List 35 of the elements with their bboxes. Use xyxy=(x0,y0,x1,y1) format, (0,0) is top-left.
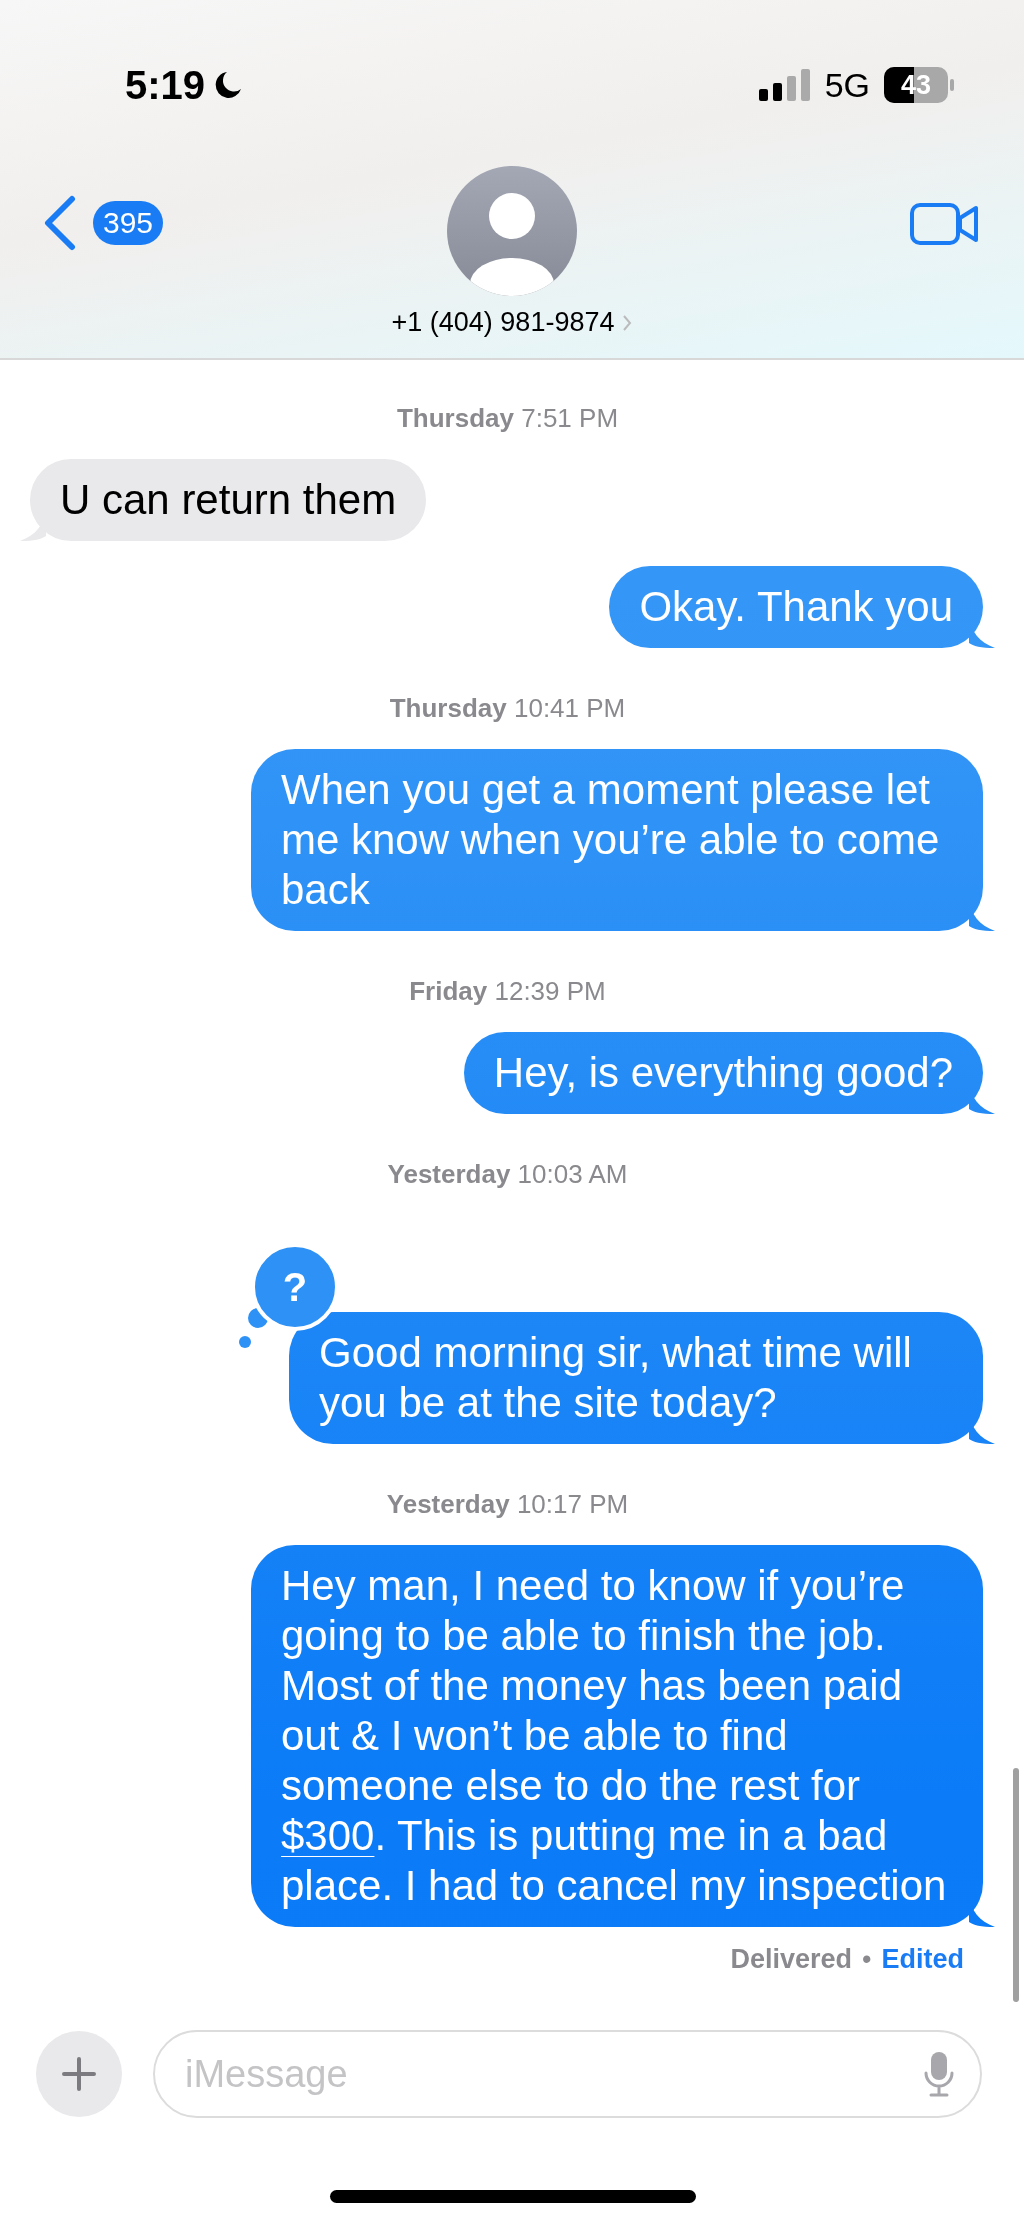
unread-count-badge[interactable]: 395 xyxy=(93,201,164,245)
timestamp: Friday 12:39 PM xyxy=(409,975,606,1007)
edited-link[interactable]: Edited xyxy=(881,1943,964,1975)
message-bubble[interactable]: Okay. Thank you xyxy=(609,566,983,648)
timestamp: Yesterday 10:03 AM xyxy=(387,1158,628,1190)
plus-icon xyxy=(61,2056,97,2092)
timestamp: Yesterday 10:17 PM xyxy=(386,1488,629,1520)
contact-name[interactable]: +1 (404) 981-9874 xyxy=(391,307,615,338)
network-label: 5G xyxy=(824,65,870,105)
message-text: When you get a moment please let me know when you’re able to come back xyxy=(281,765,941,915)
scroll-bar[interactable] xyxy=(1013,1768,1019,2002)
separator-dot: • xyxy=(862,1943,872,1975)
message-bubble[interactable]: When you get a moment please let me know when you’re able to come back xyxy=(251,749,983,931)
back-icon[interactable] xyxy=(42,195,76,251)
message-bubble[interactable]: U can return them xyxy=(30,459,427,541)
message-text: Hey, is everything good? xyxy=(493,1048,953,1098)
message-input-field[interactable]: iMessage xyxy=(153,2030,982,2118)
message-text: Good morning sir, what time will you be at the site today? xyxy=(319,1328,913,1428)
amount-link[interactable]: $300 xyxy=(281,1812,375,1859)
message-text: Hey man, I need to know if you’re going to be able to finish the job. Most of the money has been paid out & I won’t be able to find someone else to do the rest for $300. This is putting me in a bad place. I had to cancel my inspection xyxy=(281,1561,948,1911)
timestamp: Thursday 7:51 PM xyxy=(396,402,619,434)
message-bubble[interactable]: Hey, is everything good? xyxy=(463,1032,983,1114)
avatar-icon[interactable] xyxy=(447,166,577,296)
signal-icon xyxy=(758,69,811,101)
message-bubble[interactable] xyxy=(251,1545,983,1927)
video-call-icon[interactable] xyxy=(910,201,980,247)
moon-icon xyxy=(213,70,244,100)
message-bubble[interactable]: Good morning sir, what time will you be at the site today? xyxy=(289,1312,983,1444)
chevron-icon xyxy=(622,313,633,332)
microphone-icon[interactable] xyxy=(924,2051,954,2097)
message-text: U can return them xyxy=(60,475,397,525)
message-text: Okay. Thank you xyxy=(639,582,953,632)
timestamp: Thursday 10:41 PM xyxy=(389,692,626,724)
status-time: 5:19 xyxy=(125,62,206,108)
delivery-status: Delivered xyxy=(730,1943,853,1975)
